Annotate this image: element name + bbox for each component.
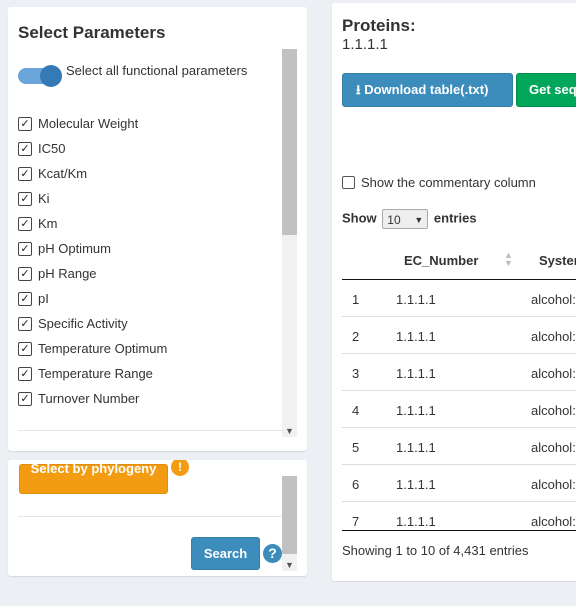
row-index: 4 <box>352 403 360 418</box>
cell-ec-number: 1.1.1.1 <box>396 292 436 307</box>
row-index: 3 <box>352 366 360 381</box>
column-header-systematic-name[interactable]: Systematic_Name <box>539 253 576 268</box>
table-row[interactable]: 1 1.1.1.1 alcohol:NAD+ oxidoreductase <box>342 280 576 317</box>
commentary-toggle[interactable]: Show the commentary column <box>342 175 536 190</box>
row-index: 7 <box>352 514 360 529</box>
checkbox[interactable]: ✓ <box>18 292 32 306</box>
checkbox[interactable]: ✓ <box>18 142 32 156</box>
param-label: Specific Activity <box>38 316 128 331</box>
checkbox[interactable]: ✓ <box>18 167 32 181</box>
cell-ec-number: 1.1.1.1 <box>396 514 436 529</box>
cell-systematic-name: alcohol:NAD+ oxidoreductase <box>531 477 576 492</box>
param-label: pH Range <box>38 266 97 281</box>
cell-ec-number: 1.1.1.1 <box>396 366 436 381</box>
checkbox[interactable]: ✓ <box>18 192 32 206</box>
table-row[interactable]: 7 1.1.1.1 alcohol:NAD+ oxidoreductase <box>342 502 576 530</box>
sort-icon[interactable]: ▲ ▼ <box>504 251 513 268</box>
param-label: Km <box>38 216 58 231</box>
divider <box>18 516 283 517</box>
checkbox[interactable]: ✓ <box>18 367 32 381</box>
cell-ec-number: 1.1.1.1 <box>396 329 436 344</box>
proteins-ec-number: 1.1.1.1 <box>342 36 388 53</box>
entries-value: 10 <box>387 213 401 227</box>
cell-systematic-name: alcohol:NAD+ oxidoreductase <box>531 403 576 418</box>
get-sequences-button[interactable]: Get sequences <box>516 73 576 107</box>
cell-ec-number: 1.1.1.1 <box>396 477 436 492</box>
table-row[interactable]: 2 1.1.1.1 alcohol:NAD+ oxidoreductase <box>342 317 576 354</box>
download-table-button[interactable]: ⭳ Download table(.txt) <box>342 73 513 107</box>
entries-label: entries <box>433 210 477 226</box>
cell-ec-number: 1.1.1.1 <box>396 403 436 418</box>
cell-ec-number: 1.1.1.1 <box>396 440 436 455</box>
checkbox[interactable]: ✓ <box>18 392 32 406</box>
table-row[interactable]: 4 1.1.1.1 alcohol:NAD+ oxidoreductase <box>342 391 576 428</box>
checkbox[interactable]: ✓ <box>18 242 32 256</box>
phylogeny-panel: Select by phylogeny ! Search ? ▼ <box>8 460 307 576</box>
param-label: pI <box>38 291 49 306</box>
search-button[interactable]: Search <box>191 537 260 570</box>
button-label: Get sequences <box>529 82 576 97</box>
table-header: EC_Number ▲▼ Systematic_Name <box>342 243 576 280</box>
scroll-down-icon[interactable]: ▼ <box>282 559 297 571</box>
param-label: pH Optimum <box>38 241 111 256</box>
column-header-ec-number[interactable]: EC_Number <box>404 253 478 268</box>
proteins-table: EC_Number ▲▼ Systematic_Name 1 1.1.1.1 alc… <box>342 243 576 531</box>
button-label: Select by phylogeny <box>30 461 157 476</box>
param-label: Kcat/Km <box>38 166 88 181</box>
proteins-panel: Proteins: 1.1.1.1 ⭳ Download table(.txt)… <box>332 3 576 581</box>
checkbox[interactable]: ✓ <box>18 342 32 356</box>
parameters-scrollbar[interactable]: ▼ <box>282 49 297 437</box>
toggle-knob[interactable] <box>40 65 62 87</box>
checkbox[interactable]: ✓ <box>18 267 32 281</box>
show-label: Show <box>342 210 377 226</box>
page-length-control: Show 10 ▼ entries <box>342 209 477 229</box>
row-index: 5 <box>352 440 360 455</box>
download-icon: ⭳ <box>356 82 361 97</box>
parameters-panel: Select Parameters Select all functional … <box>8 7 307 451</box>
cell-systematic-name: alcohol:NAD+ oxidoreductase <box>531 329 576 344</box>
proteins-title: Proteins: <box>342 16 416 35</box>
chevron-down-icon: ▼ <box>414 215 424 225</box>
checkbox[interactable]: ✓ <box>18 317 32 331</box>
cell-systematic-name: alcohol:NAD+ oxidoreductase <box>531 440 576 455</box>
button-label: Download table(.txt) <box>364 82 489 97</box>
table-body: 1 1.1.1.1 alcohol:NAD+ oxidoreductase 2 1.1… <box>342 280 576 531</box>
entries-select[interactable]: 10 ▼ <box>382 209 429 229</box>
select-by-phylogeny-button[interactable]: Select by phylogeny <box>19 461 168 494</box>
cell-systematic-name: alcohol:NAD+ oxidoreductase <box>531 366 576 381</box>
phylogeny-scrollbar[interactable]: ▼ <box>282 476 297 571</box>
table-row[interactable]: 5 1.1.1.1 alcohol:NAD+ oxidoreductase <box>342 428 576 465</box>
row-index: 6 <box>352 477 360 492</box>
row-index: 1 <box>352 292 360 307</box>
parameters-title: Select Parameters <box>18 23 166 42</box>
select-all-label: Select all functional parameters <box>66 63 248 78</box>
scrollbar-thumb[interactable] <box>282 49 297 235</box>
param-label: Temperature Range <box>38 366 153 381</box>
commentary-label: Show the commentary column <box>361 175 536 190</box>
param-label: Ki <box>38 191 50 206</box>
cell-systematic-name: alcohol:NAD+ oxidoreductase <box>531 292 576 307</box>
select-all-toggle[interactable] <box>18 65 63 87</box>
param-label: Molecular Weight <box>38 116 139 131</box>
info-icon[interactable]: ! <box>171 460 189 476</box>
divider <box>18 430 288 431</box>
param-label: IC50 <box>38 141 66 156</box>
table-row[interactable]: 6 1.1.1.1 alcohol:NAD+ oxidoreductase <box>342 465 576 502</box>
commentary-checkbox[interactable] <box>342 176 355 189</box>
table-row[interactable]: 3 1.1.1.1 alcohol:NAD+ oxidoreductase <box>342 354 576 391</box>
scrollbar-thumb[interactable] <box>282 476 297 554</box>
help-icon[interactable]: ? <box>263 544 282 563</box>
param-label: Temperature Optimum <box>38 341 168 356</box>
param-label: Turnover Number <box>38 391 140 406</box>
row-index: 2 <box>352 329 360 344</box>
checkbox[interactable]: ✓ <box>18 217 32 231</box>
checkbox[interactable]: ✓ <box>18 117 32 131</box>
scroll-down-icon[interactable]: ▼ <box>282 425 297 437</box>
cell-systematic-name: alcohol:NAD+ oxidoreductase <box>531 514 576 529</box>
table-info: Showing 1 to 10 of 4,431 entries <box>342 543 529 558</box>
